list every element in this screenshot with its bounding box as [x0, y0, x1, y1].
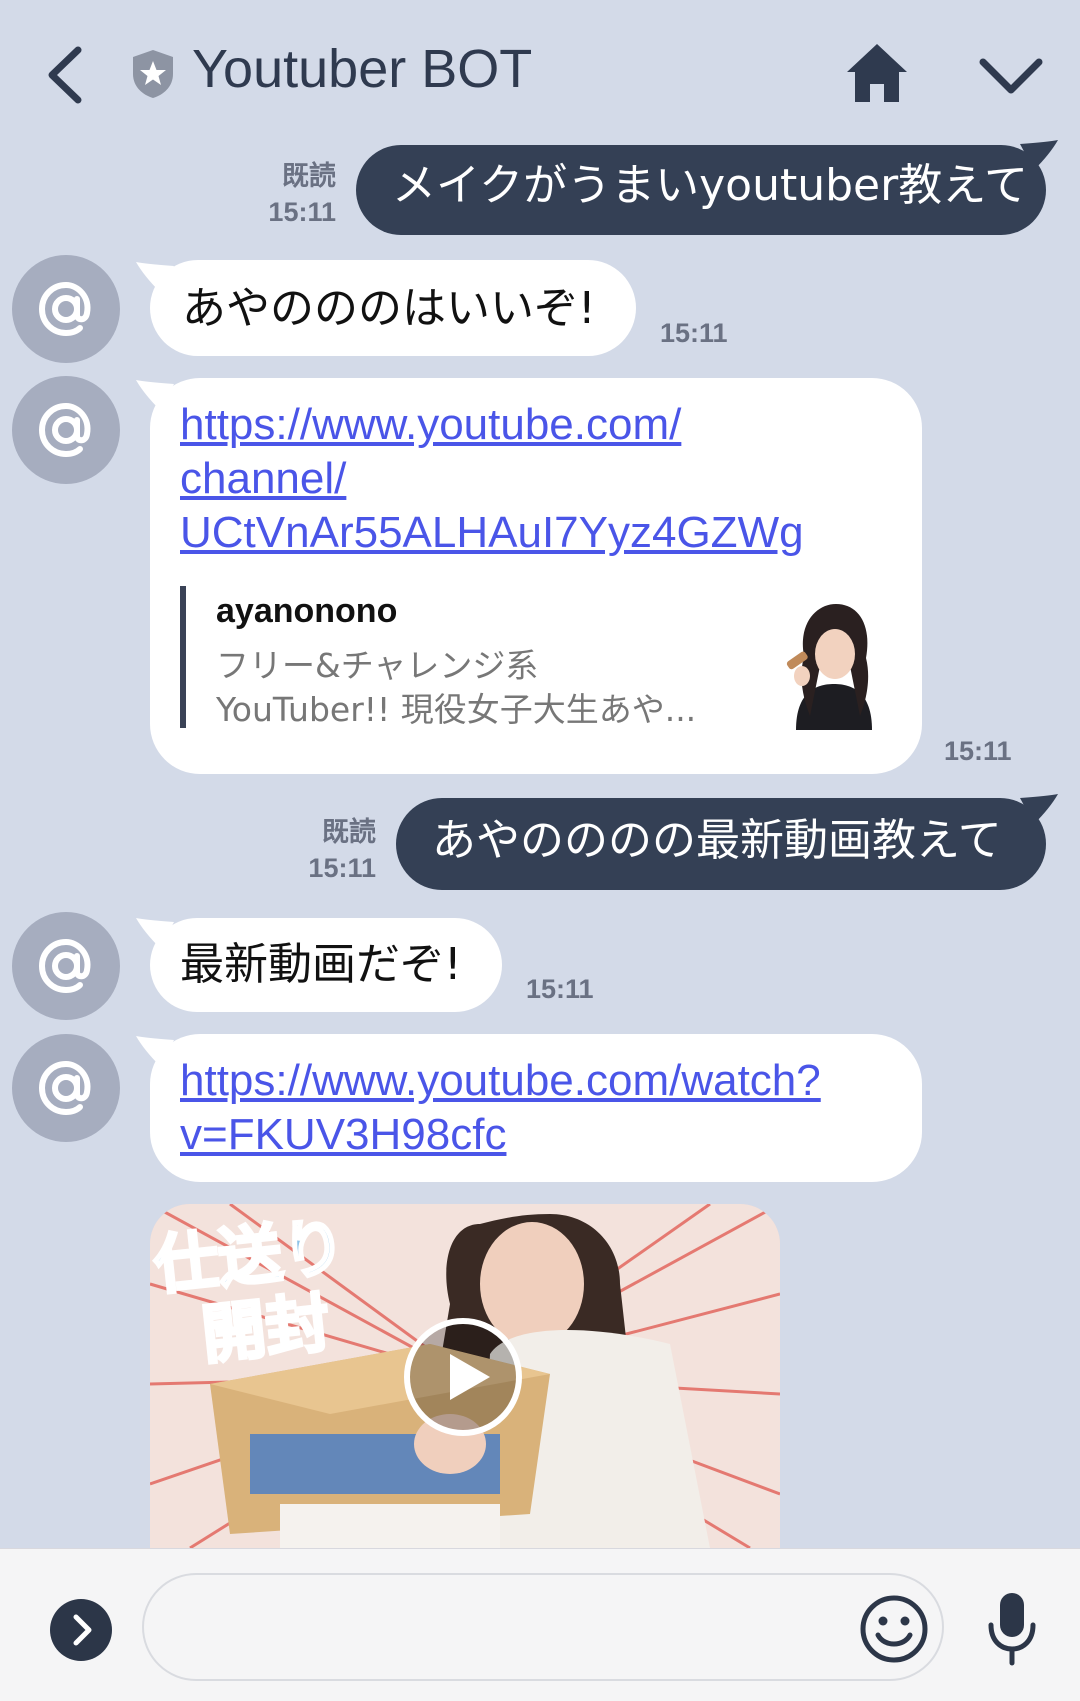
message-text: メイクがうまいyoutuber教えて: [392, 160, 1028, 211]
message-read-status: 既読 15:11: [308, 817, 376, 883]
at-sign-icon: [38, 402, 91, 458]
bot-avatar[interactable]: [12, 255, 120, 363]
channel-link[interactable]: channel/: [180, 452, 804, 506]
at-sign-icon: [38, 938, 91, 994]
video-link[interactable]: https://www.youtube.com/watch?: [180, 1054, 821, 1108]
message-time: 15:11: [660, 318, 728, 348]
channel-link[interactable]: UCtVnAr55ALHAuI7Yyz4GZWg: [180, 506, 804, 560]
bot-avatar[interactable]: [12, 912, 120, 1020]
home-icon[interactable]: [843, 40, 911, 106]
video-thumbnail[interactable]: 仕送り 開封: [150, 1204, 780, 1548]
preview-description: フリー&チャレンジ系 YouTuber!! 現役女子大生あや...: [216, 646, 697, 729]
message-time: 15:11: [944, 736, 1012, 766]
chat-title: Youtuber BOT: [192, 39, 533, 99]
at-sign-icon: [38, 281, 91, 337]
expand-menu-button[interactable]: [50, 1599, 112, 1661]
back-icon[interactable]: [40, 40, 100, 110]
video-overlay-title: 仕送り 開封: [150, 1209, 351, 1375]
chevron-down-icon[interactable]: [975, 48, 1047, 104]
outgoing-message[interactable]: あやのののの最新動画教えて: [396, 798, 1046, 890]
chevron-right-icon: [73, 1614, 92, 1646]
message-input[interactable]: [142, 1573, 944, 1681]
microphone-icon[interactable]: [985, 1589, 1039, 1669]
emoji-icon[interactable]: [858, 1593, 930, 1665]
message-text: 最新動画だぞ!: [180, 939, 462, 990]
outgoing-message[interactable]: メイクがうまいyoutuber教えて: [356, 145, 1046, 235]
message-text: あやのののの最新動画教えて: [432, 815, 1002, 866]
message-time: 15:11: [526, 974, 594, 1004]
bubble-tail: [1020, 794, 1058, 824]
preview-title: ayanonono: [216, 592, 398, 630]
incoming-message[interactable]: 最新動画だぞ!: [150, 918, 502, 1012]
incoming-link-message[interactable]: https://www.youtube.com/watch? v=FKUV3H9…: [150, 1034, 922, 1182]
channel-link[interactable]: https://www.youtube.com/: [180, 398, 804, 452]
message-text: あやのののはいいぞ!: [182, 283, 596, 334]
preview-thumbnail: [776, 596, 892, 730]
message-read-status: 既読 15:11: [268, 161, 336, 227]
incoming-message[interactable]: あやのののはいいぞ!: [150, 260, 636, 356]
shield-star-icon: [133, 50, 173, 98]
message-input-bar: [0, 1548, 1080, 1701]
play-icon[interactable]: [402, 1316, 524, 1438]
bubble-tail: [1020, 140, 1058, 170]
at-sign-icon: [38, 1060, 91, 1116]
bot-avatar[interactable]: [12, 376, 120, 484]
bot-avatar[interactable]: [12, 1034, 120, 1142]
video-link[interactable]: v=FKUV3H98cfc: [180, 1108, 821, 1162]
chat-header: Youtuber BOT: [0, 0, 1080, 145]
link-preview-card[interactable]: ayanonono フリー&チャレンジ系 YouTuber!! 現役女子大生あや…: [180, 586, 892, 730]
